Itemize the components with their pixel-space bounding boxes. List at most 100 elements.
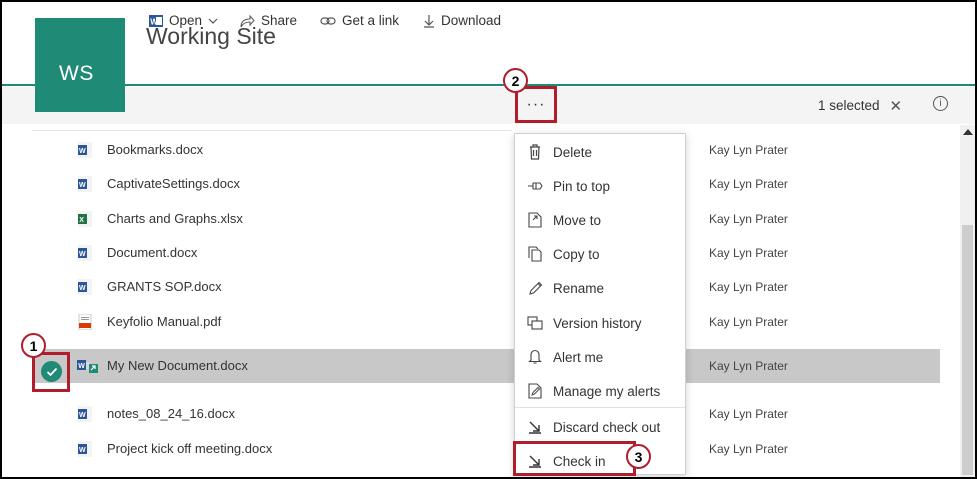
open-label: Open: [169, 13, 203, 28]
file-row[interactable]: X Charts and Graphs.xlsx Kay Lyn Prater: [32, 202, 940, 236]
svg-text:W: W: [79, 182, 86, 189]
word-file-icon: W: [78, 406, 92, 422]
modified-by: Kay Lyn Prater: [709, 359, 788, 373]
file-name[interactable]: notes_08_24_16.docx: [107, 406, 235, 421]
download-icon: [423, 14, 435, 28]
excel-file-icon: X: [78, 211, 92, 227]
annotation-highlight-check-in: [513, 441, 636, 476]
link-icon: [320, 15, 336, 27]
menu-item-label: Discard check out: [553, 419, 661, 435]
list-divider: [32, 130, 512, 131]
svg-text:W: W: [79, 412, 86, 419]
svg-text:W: W: [150, 17, 158, 26]
file-row[interactable]: W GRANTS SOP.docx Kay Lyn Prater: [32, 270, 940, 304]
scroll-thumb[interactable]: [962, 225, 973, 475]
bell-icon: [527, 349, 543, 365]
get-link-label: Get a link: [342, 13, 400, 28]
share-button[interactable]: Share: [239, 2, 297, 39]
menu-item-label: Delete: [553, 144, 593, 160]
menu-item-copy-to[interactable]: Copy to: [515, 237, 685, 271]
menu-item-label: Pin to top: [553, 178, 611, 194]
callout-1: 1: [21, 333, 46, 358]
menu-item-alert-me[interactable]: Alert me: [515, 340, 685, 374]
file-name[interactable]: CaptivateSettings.docx: [107, 176, 240, 191]
file-name[interactable]: Charts and Graphs.xlsx: [107, 211, 243, 226]
copy-icon: [527, 246, 543, 262]
annotation-highlight-checkbox: [32, 352, 70, 392]
pdf-file-icon: [78, 313, 92, 331]
menu-item-label: Copy to: [553, 246, 600, 262]
svg-text:W: W: [79, 447, 86, 454]
version-history-icon: [527, 315, 543, 331]
menu-item-label: Move to: [553, 212, 602, 228]
chevron-down-icon: [208, 16, 218, 26]
word-icon: W: [149, 14, 163, 28]
menu-item-rename[interactable]: Rename: [515, 271, 685, 305]
trash-icon: [527, 144, 543, 160]
file-row[interactable]: W CaptivateSettings.docx Kay Lyn Prater: [32, 167, 940, 201]
word-file-icon: W: [78, 441, 92, 457]
download-button[interactable]: Download: [423, 2, 501, 39]
svg-text:W: W: [78, 363, 85, 370]
word-file-icon: W: [78, 142, 92, 158]
file-name[interactable]: GRANTS SOP.docx: [107, 279, 222, 294]
open-button[interactable]: W Open: [149, 2, 218, 39]
share-icon: [239, 13, 255, 29]
callout-3: 3: [626, 444, 651, 469]
svg-text:W: W: [79, 148, 86, 155]
move-icon: [527, 212, 543, 228]
menu-item-version-history[interactable]: Version history: [515, 306, 685, 340]
file-row[interactable]: Wnotes_08_24_16.docx Kay Lyn Prater: [32, 397, 940, 431]
svg-text:X: X: [79, 217, 84, 224]
selected-count: 1 selected: [818, 98, 880, 113]
menu-item-label: Version history: [553, 315, 642, 331]
discard-checkout-icon: [527, 419, 543, 435]
menu-item-discard-check-out[interactable]: Discard check out: [515, 410, 685, 444]
file-name[interactable]: My New Document.docx: [107, 358, 248, 373]
file-row[interactable]: Keyfolio Manual.pdf Kay Lyn Prater: [32, 305, 940, 339]
modified-by: Kay Lyn Prater: [709, 177, 788, 191]
modified-by: Kay Lyn Prater: [709, 442, 788, 456]
word-file-icon: W: [78, 176, 92, 192]
menu-item-label: Manage my alerts: [553, 383, 661, 399]
modified-by: Kay Lyn Prater: [709, 246, 788, 260]
file-row[interactable]: W Project kick off meeting.docx Kay Lyn Pr…: [32, 432, 940, 466]
file-name[interactable]: Bookmarks.docx: [107, 142, 203, 157]
file-row[interactable]: W Document.docx Kay Lyn Prater: [32, 236, 940, 270]
more-options-menu: Delete Pin to top Move to Copy to Rename Vers…: [514, 133, 686, 475]
get-link-button[interactable]: Get a link: [320, 2, 399, 39]
ellipsis-icon: ···: [526, 95, 546, 113]
site-logo-text: WS: [59, 62, 94, 85]
file-name[interactable]: Project kick off meeting.docx: [107, 441, 272, 456]
selection-status: 1 selected ✕: [818, 87, 902, 124]
menu-item-move-to[interactable]: Move to: [515, 203, 685, 237]
pencil-icon: [527, 280, 543, 296]
menu-item-pin-to-top[interactable]: Pin to top: [515, 169, 685, 203]
modified-by: Kay Lyn Prater: [709, 407, 788, 421]
scroll-up-icon[interactable]: [963, 129, 973, 135]
download-label: Download: [441, 13, 502, 28]
file-row[interactable]: W My New Document.docx Kay Lyn Prater: [32, 349, 940, 383]
menu-item-manage-my-alerts[interactable]: Manage my alerts: [515, 374, 685, 408]
file-row[interactable]: W Bookmarks.docx Kay Lyn Prater: [32, 133, 940, 167]
callout-2: 2: [503, 68, 528, 93]
vertical-scrollbar[interactable]: [960, 125, 975, 477]
word-file-icon: W: [78, 245, 92, 261]
modified-by: Kay Lyn Prater: [709, 143, 788, 157]
sharepoint-window: Working Site WS W Open Share Get a link …: [0, 0, 977, 479]
pin-icon: [527, 178, 543, 194]
menu-item-label: Rename: [553, 280, 605, 296]
file-name[interactable]: Keyfolio Manual.pdf: [107, 314, 221, 329]
file-name[interactable]: Document.docx: [107, 245, 197, 260]
info-icon[interactable]: i: [933, 96, 948, 111]
site-logo[interactable]: WS: [35, 18, 125, 112]
menu-item-label: Alert me: [553, 349, 604, 365]
svg-text:W: W: [79, 251, 86, 258]
word-file-icon: W: [78, 279, 92, 295]
share-label: Share: [261, 13, 298, 28]
manage-alerts-icon: [527, 383, 543, 399]
menu-item-delete[interactable]: Delete: [515, 135, 685, 169]
modified-by: Kay Lyn Prater: [709, 280, 788, 294]
modified-by: Kay Lyn Prater: [709, 212, 788, 226]
close-icon[interactable]: ✕: [890, 97, 903, 115]
